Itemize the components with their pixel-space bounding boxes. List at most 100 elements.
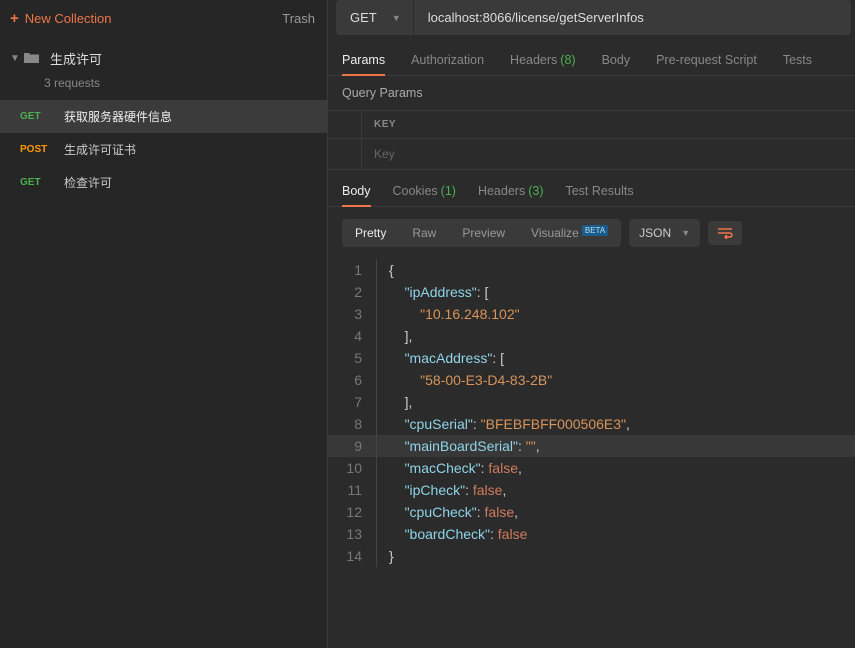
line-number: 14: [328, 545, 376, 567]
collection: ▼ 生成许可 3 requests: [0, 37, 327, 100]
resp-tab-cookies[interactable]: Cookies(1): [393, 184, 456, 206]
line-number: 9: [328, 435, 376, 457]
request-list: GET获取服务器硬件信息 POST 生成许可证书 GET 检查许可: [0, 100, 327, 199]
code-content: {: [376, 259, 855, 281]
query-params-title: Query Params: [328, 76, 855, 104]
trash-button[interactable]: Trash: [282, 11, 315, 26]
request-label: 生成许可证书: [64, 141, 136, 158]
method-value: GET: [350, 10, 377, 25]
collection-name: 生成许可: [50, 49, 102, 68]
params-checkbox-col: [328, 111, 362, 138]
code-line: 1{: [328, 259, 855, 281]
request-item[interactable]: GET 检查许可: [0, 166, 327, 199]
view-controls: Pretty Raw Preview VisualizeBETA JSON ▼: [328, 207, 855, 259]
sidebar-header: + New Collection Trash: [0, 0, 327, 37]
view-visualize[interactable]: VisualizeBETA: [518, 219, 621, 247]
line-number: 6: [328, 369, 376, 391]
caret-down-icon: ▼: [392, 13, 401, 23]
wrap-icon: [717, 227, 733, 239]
new-collection-label: New Collection: [25, 11, 112, 26]
code-line: 9 "mainBoardSerial": "",: [328, 435, 855, 457]
code-line: 8 "cpuSerial": "BFEBFBFF000506E3",: [328, 413, 855, 435]
line-number: 2: [328, 281, 376, 303]
code-content: ],: [376, 391, 855, 413]
code-line: 2 "ipAddress": [: [328, 281, 855, 303]
tab-params[interactable]: Params: [342, 53, 385, 75]
method-select[interactable]: GET ▼: [336, 0, 413, 35]
line-number: 4: [328, 325, 376, 347]
format-select[interactable]: JSON ▼: [629, 219, 700, 247]
code-content: "boardCheck": false: [376, 523, 855, 545]
line-number: 10: [328, 457, 376, 479]
code-content: "ipAddress": [: [376, 281, 855, 303]
code-content: "10.16.248.102": [376, 303, 855, 325]
line-number: 13: [328, 523, 376, 545]
code-line: 5 "macAddress": [: [328, 347, 855, 369]
request-method: POST: [20, 144, 52, 155]
new-collection-button[interactable]: + New Collection: [10, 10, 111, 27]
code-line: 12 "cpuCheck": false,: [328, 501, 855, 523]
wrap-lines-button[interactable]: [708, 221, 742, 245]
code-content: "macCheck": false,: [376, 457, 855, 479]
line-number: 8: [328, 413, 376, 435]
collection-header[interactable]: ▼ 生成许可: [0, 43, 327, 74]
url-bar: GET ▼ localhost:8066/license/getServerIn…: [332, 0, 851, 35]
sidebar: + New Collection Trash ▼ 生成许可 3 requests…: [0, 0, 328, 648]
request-item[interactable]: POST 生成许可证书: [0, 133, 327, 166]
params-table-header: KEY: [328, 110, 855, 139]
code-line: 11 "ipCheck": false,: [328, 479, 855, 501]
code-line: 10 "macCheck": false,: [328, 457, 855, 479]
params-table: KEY Key: [328, 110, 855, 170]
beta-badge: BETA: [582, 225, 608, 236]
main-panel: GET ▼ localhost:8066/license/getServerIn…: [328, 0, 855, 648]
code-content: "macAddress": [: [376, 347, 855, 369]
params-key-header: KEY: [362, 111, 408, 138]
collection-subtitle: 3 requests: [44, 76, 327, 90]
code-content: "mainBoardSerial": "",: [376, 435, 855, 457]
view-pretty[interactable]: Pretty: [342, 219, 399, 247]
tab-tests[interactable]: Tests: [783, 53, 812, 75]
line-number: 7: [328, 391, 376, 413]
line-number: 12: [328, 501, 376, 523]
request-tabs: Params Authorization Headers(8) Body Pre…: [328, 35, 855, 76]
line-number: 3: [328, 303, 376, 325]
request-method: GET: [20, 177, 52, 188]
code-content: "cpuCheck": false,: [376, 501, 855, 523]
response-tabs: Body Cookies(1) Headers(3) Test Results: [328, 170, 855, 207]
code-content: }: [376, 545, 855, 567]
code-content: "cpuSerial": "BFEBFBFF000506E3",: [376, 413, 855, 435]
params-row-handle: [328, 139, 362, 169]
code-line: 3 "10.16.248.102": [328, 303, 855, 325]
tab-pre-request[interactable]: Pre-request Script: [656, 53, 757, 75]
code-line: 4 ],: [328, 325, 855, 347]
request-label: 检查许可: [64, 174, 112, 191]
folder-icon: [24, 51, 40, 67]
view-tabs: Pretty Raw Preview VisualizeBETA: [342, 219, 621, 247]
line-number: 1: [328, 259, 376, 281]
view-raw[interactable]: Raw: [399, 219, 449, 247]
code-content: ],: [376, 325, 855, 347]
response-body[interactable]: 1{2 "ipAddress": [3 "10.16.248.102"4 ],5…: [328, 259, 855, 567]
code-line: 6 "58-00-E3-D4-83-2B": [328, 369, 855, 391]
request-item[interactable]: GET获取服务器硬件信息: [0, 100, 327, 133]
line-number: 5: [328, 347, 376, 369]
plus-icon: +: [10, 10, 19, 27]
params-row[interactable]: Key: [328, 139, 855, 170]
code-content: "58-00-E3-D4-83-2B": [376, 369, 855, 391]
code-content: "ipCheck": false,: [376, 479, 855, 501]
resp-tab-headers[interactable]: Headers(3): [478, 184, 544, 206]
request-label: 获取服务器硬件信息: [64, 108, 172, 125]
params-key-input[interactable]: Key: [362, 139, 407, 169]
tab-body[interactable]: Body: [602, 53, 631, 75]
caret-down-icon: ▼: [681, 228, 690, 238]
resp-tab-body[interactable]: Body: [342, 184, 371, 206]
url-input[interactable]: localhost:8066/license/getServerInfos: [414, 0, 851, 35]
line-number: 11: [328, 479, 376, 501]
code-line: 7 ],: [328, 391, 855, 413]
tab-headers[interactable]: Headers(8): [510, 53, 576, 75]
tab-authorization[interactable]: Authorization: [411, 53, 484, 75]
code-line: 14}: [328, 545, 855, 567]
view-preview[interactable]: Preview: [449, 219, 518, 247]
caret-down-icon: ▼: [10, 53, 18, 64]
resp-tab-test-results[interactable]: Test Results: [565, 184, 633, 206]
